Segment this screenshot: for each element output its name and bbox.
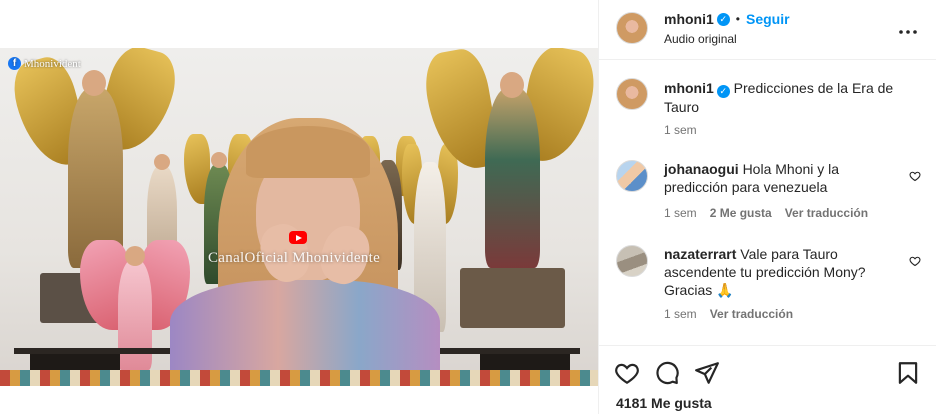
verified-badge-icon: ✓ <box>716 84 730 98</box>
caption-meta: 1 sem <box>664 123 697 137</box>
follow-button[interactable]: Seguir <box>746 11 790 27</box>
comment-time[interactable]: 1 sem <box>664 307 697 321</box>
audio-link[interactable]: Audio original <box>664 32 737 46</box>
caption-username[interactable]: mhoni1 <box>664 80 714 96</box>
facebook-icon: f <box>8 57 21 70</box>
comment-bubble-icon[interactable] <box>654 360 680 386</box>
youtube-icon <box>289 231 307 244</box>
comment-avatar[interactable] <box>616 245 648 277</box>
presenter-bangs <box>246 126 370 178</box>
caption-text-block: mhoni1 ✓ Predicciones de la Era de Tauro <box>664 79 904 116</box>
action-bar: 4181 Me gusta <box>599 345 936 414</box>
author-line: mhoni1 ✓ • Seguir <box>664 11 790 27</box>
comment-meta: 1 sem 2 Me gusta Ver traducción <box>664 206 868 220</box>
post-side-panel: mhoni1 ✓ • Seguir Audio original mhoni1 ✓… <box>598 0 936 414</box>
video-player[interactable]: f Mhonivident CanalOficial Mhonividente <box>0 48 598 386</box>
facebook-watermark: f Mhonivident <box>8 57 81 70</box>
comment-avatar[interactable] <box>616 160 648 192</box>
heart-icon[interactable] <box>909 170 921 182</box>
channel-watermark: CanalOficial Mhonividente <box>208 250 381 266</box>
comment-text-block: johanaogui Hola Mhoni y la predicción pa… <box>664 160 904 196</box>
comment-text-block: nazaterrart Vale para Tauro ascendente t… <box>664 245 894 299</box>
translate-link[interactable]: Ver traducción <box>710 307 793 321</box>
post-media[interactable]: f Mhonivident CanalOficial Mhonividente <box>0 0 598 414</box>
tarot-table <box>0 370 598 386</box>
paper-plane-icon[interactable] <box>694 360 720 386</box>
caption-time[interactable]: 1 sem <box>664 123 697 137</box>
caption-avatar[interactable] <box>616 78 648 110</box>
more-options-icon[interactable] <box>899 18 917 39</box>
comment-likes[interactable]: 2 Me gusta <box>710 206 772 220</box>
translate-link[interactable]: Ver traducción <box>785 206 868 220</box>
author-avatar[interactable] <box>616 12 648 44</box>
separator-dot: • <box>735 12 740 26</box>
bookmark-icon[interactable] <box>895 360 921 386</box>
facebook-watermark-text: Mhonivident <box>24 57 81 70</box>
heart-icon[interactable] <box>909 255 921 267</box>
author-username[interactable]: mhoni1 <box>664 11 714 27</box>
verified-badge-icon: ✓ <box>716 12 730 26</box>
comment-username[interactable]: johanaogui <box>664 161 739 177</box>
post-header: mhoni1 ✓ • Seguir Audio original <box>599 0 936 60</box>
heart-icon[interactable] <box>614 360 640 386</box>
comment-username[interactable]: nazaterrart <box>664 246 736 262</box>
comment-time[interactable]: 1 sem <box>664 206 697 220</box>
comment-meta: 1 sem Ver traducción <box>664 307 793 321</box>
archangel-statue-right <box>420 48 598 353</box>
likes-count[interactable]: 4181 Me gusta <box>616 395 712 411</box>
